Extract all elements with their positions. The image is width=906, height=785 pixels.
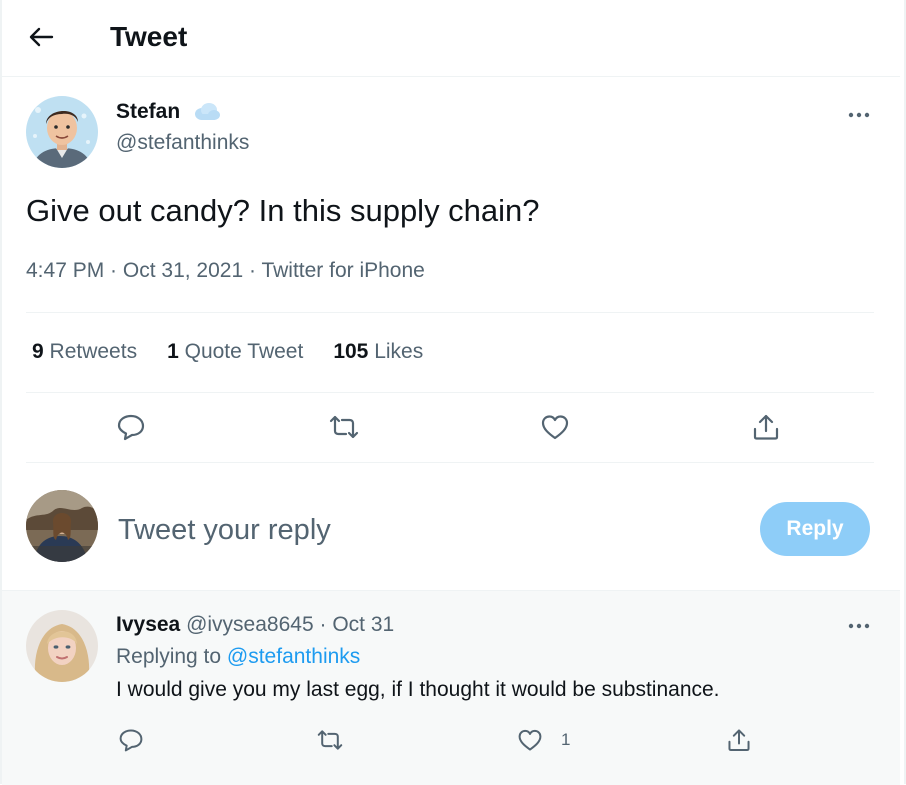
reply-icon [119,729,143,752]
replying-to-label: Replying to [116,645,222,668]
back-button[interactable] [24,20,58,54]
reply-like-button[interactable] [513,723,547,757]
share-icon [728,729,750,751]
avatar-ivysea-image [26,610,98,682]
reply-like-count: 1 [561,730,571,749]
divider [26,462,874,463]
avatar-stefan-image [26,96,98,168]
reply-icon [117,414,145,441]
quotes-stat[interactable]: 1 Quote Tweet [167,340,303,364]
meta-separator: · [104,259,123,282]
likes-stat[interactable]: 105 Likes [333,340,423,364]
reply-reply-button[interactable] [114,723,148,757]
like-button[interactable] [538,410,572,444]
header: Tweet [2,0,900,77]
more-options-button[interactable] [846,103,872,127]
tweet-date[interactable]: Oct 31, 2021 [123,259,243,282]
reply-text: I would give you my last egg, if I thoug… [116,678,720,701]
reply-retweet-button[interactable] [313,723,347,757]
divider [26,392,874,393]
author-handle[interactable]: @stefanthinks [116,131,249,155]
like-icon [518,729,542,751]
reply-share-button[interactable] [722,723,756,757]
reply-input[interactable] [118,508,718,552]
share-button[interactable] [749,410,783,444]
avatar-user-image [26,490,98,562]
retweets-stat[interactable]: 9 Retweets [32,340,137,364]
like-icon [541,415,569,440]
reply-author-name[interactable]: Ivysea [116,613,180,636]
retweet-icon [317,730,343,750]
meta-separator: · [313,613,333,636]
meta-separator: · [243,259,262,282]
avatar[interactable] [26,610,98,682]
tweet-stats: 9 Retweets 1 Quote Tweet 105 Likes [32,340,453,364]
page-title: Tweet [110,21,188,52]
reply-submit-button[interactable]: Reply [760,502,870,556]
avatar[interactable] [26,490,98,562]
reply-button[interactable] [114,410,148,444]
replying-to-link[interactable]: @stefanthinks [227,645,360,668]
divider [26,312,874,313]
reply-author-handle[interactable]: @ivysea8645 [186,613,314,636]
reply-header: Ivysea @ivysea8645 · Oct 31 [116,613,394,637]
avatar[interactable] [26,96,98,168]
tweet-time[interactable]: 4:47 PM [26,259,104,282]
share-icon [753,414,779,440]
cloud-badge-icon [193,101,221,123]
tweet-source[interactable]: Twitter for iPhone [261,259,424,282]
tweet-meta: 4:47 PM · Oct 31, 2021 · Twitter for iPh… [26,259,425,283]
retweet-icon [329,415,359,439]
back-arrow-icon [29,27,54,47]
author-name[interactable]: Stefan [116,100,180,124]
more-icon [848,112,870,118]
reply-more-options-button[interactable] [846,614,872,638]
replying-to: Replying to @stefanthinks [116,645,360,669]
retweet-button[interactable] [327,410,361,444]
more-icon [848,623,870,629]
reply-date[interactable]: Oct 31 [332,613,394,636]
tweet-text: Give out candy? In this supply chain? [26,193,540,228]
